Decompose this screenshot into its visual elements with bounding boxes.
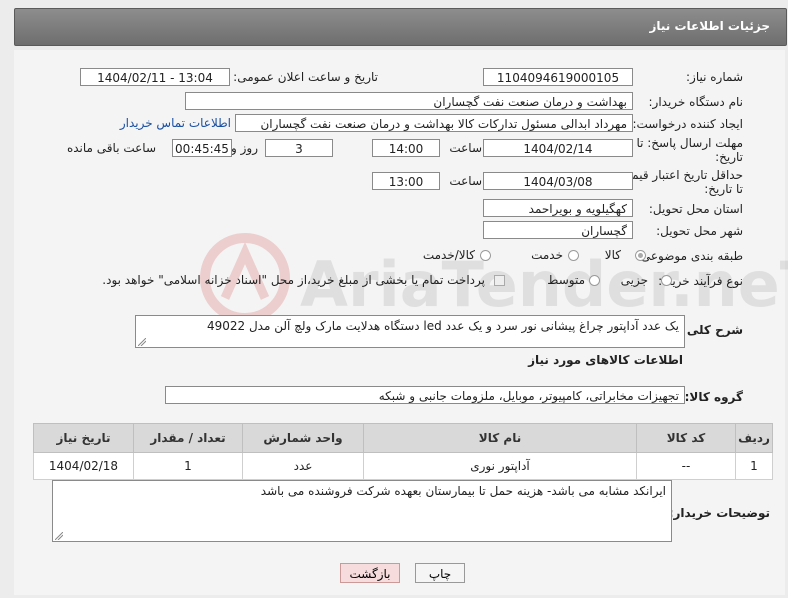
- category-option-service: خدمت: [531, 248, 563, 262]
- col-name: نام کالا: [363, 423, 637, 453]
- price-time-field: 13:00: [372, 172, 440, 190]
- buyer-notes-label: توضیحات خریدار:: [668, 506, 770, 520]
- process-radio-partial[interactable]: [661, 275, 672, 286]
- goods-group-field: تجهیزات مخابراتی، کامپیوتر، موبایل، ملزو…: [165, 386, 685, 404]
- creator-label: ایجاد کننده درخواست:: [632, 117, 743, 131]
- announce-field: 1404/02/11 - 13:04: [80, 68, 230, 86]
- description-textarea[interactable]: یک عدد آداپتور چراغ پیشانی نور سرد و یک …: [135, 315, 685, 348]
- need-number-field: 1104094619000105: [483, 68, 633, 86]
- creator-field: مهرداد ابدالی مسئول تدارکات کالا بهداشت …: [235, 114, 633, 132]
- reply-date-field: 1404/02/14: [483, 139, 633, 157]
- price-deadline-label: حداقل تاریخ اعتبار قیمت:: [616, 168, 743, 182]
- payment-checkbox[interactable]: [494, 275, 505, 286]
- col-row: ردیف: [735, 423, 773, 453]
- province-field: کهگیلویه و بویراحمد: [483, 199, 633, 217]
- buyer-notes-text: ایرانکد مشابه می باشد- هزینه حمل تا بیما…: [260, 484, 666, 498]
- announce-label: تاریخ و ساعت اعلان عمومی:: [233, 70, 378, 84]
- days-label: روز و: [231, 141, 258, 155]
- col-quantity: تعداد / مقدار: [133, 423, 243, 453]
- city-label: شهر محل تحویل:: [656, 224, 743, 238]
- process-radio-medium[interactable]: [589, 275, 600, 286]
- price-deadline-label-2: تا تاریخ:: [704, 182, 743, 196]
- cell-code: --: [636, 452, 736, 480]
- resize-handle-icon: [55, 532, 63, 540]
- city-field: گچساران: [483, 221, 633, 239]
- process-option-partial: جزیی: [620, 273, 648, 287]
- goods-table: ردیف کد کالا نام کالا واحد شمارش تعداد /…: [33, 423, 773, 480]
- cell-row: 1: [735, 452, 773, 480]
- buyer-contact-link[interactable]: اطلاعات تماس خریدار: [120, 116, 231, 130]
- payment-note: پرداخت تمام یا بخشی از مبلغ خرید،از محل …: [102, 273, 485, 287]
- print-button[interactable]: چاپ: [415, 563, 465, 583]
- reply-time-label: ساعت: [449, 141, 482, 155]
- cell-unit: عدد: [242, 452, 364, 480]
- goods-group-label: گروه کالا:: [684, 390, 743, 404]
- category-radio-both[interactable]: [480, 250, 491, 261]
- col-unit: واحد شمارش: [242, 423, 364, 453]
- col-code: کد کالا: [636, 423, 736, 453]
- buyer-org-label: نام دستگاه خریدار:: [648, 95, 744, 109]
- col-need-date: تاریخ نیاز: [33, 423, 134, 453]
- price-time-label: ساعت: [449, 174, 482, 188]
- goods-section-title: اطلاعات کالاهای مورد نیاز: [528, 353, 683, 367]
- price-date-field: 1404/03/08: [483, 172, 633, 190]
- remaining-time-field: 00:45:45: [172, 139, 232, 157]
- cell-need-date: 1404/02/18: [33, 452, 134, 480]
- buyer-notes-textarea[interactable]: ایرانکد مشابه می باشد- هزینه حمل تا بیما…: [52, 480, 672, 542]
- back-button[interactable]: بازگشت: [340, 563, 400, 583]
- reply-deadline-label: مهلت ارسال پاسخ: تا: [636, 136, 743, 150]
- table-row: 1 -- آداپتور نوری عدد 1 1404/02/18: [33, 452, 773, 480]
- category-option-goods: کالا: [604, 248, 621, 262]
- need-number-label: شماره نیاز:: [686, 70, 743, 84]
- cell-name: آداپتور نوری: [363, 452, 637, 480]
- reply-deadline-label-2: تاریخ:: [715, 150, 743, 164]
- days-field: 3: [265, 139, 333, 157]
- buyer-org-field: بهداشت و درمان صنعت نفت گچساران: [185, 92, 633, 110]
- description-text: یک عدد آداپتور چراغ پیشانی نور سرد و یک …: [206, 319, 679, 333]
- category-radio-goods[interactable]: [635, 250, 646, 261]
- cell-quantity: 1: [133, 452, 243, 480]
- goods-table-header: ردیف کد کالا نام کالا واحد شمارش تعداد /…: [33, 423, 773, 453]
- category-option-both: کالا/خدمت: [422, 248, 475, 262]
- resize-handle-icon: [138, 338, 146, 346]
- reply-time-field: 14:00: [372, 139, 440, 157]
- province-label: استان محل تحویل:: [648, 202, 743, 216]
- process-option-medium: متوسط: [547, 273, 585, 287]
- category-radio-service[interactable]: [568, 250, 579, 261]
- header-bar: جزئیات اطلاعات نیاز: [14, 8, 787, 46]
- page-title: جزئیات اطلاعات نیاز: [649, 19, 770, 33]
- category-label: طبقه بندی موضوعی:: [636, 249, 743, 263]
- remaining-time-label: ساعت باقی مانده: [66, 141, 156, 155]
